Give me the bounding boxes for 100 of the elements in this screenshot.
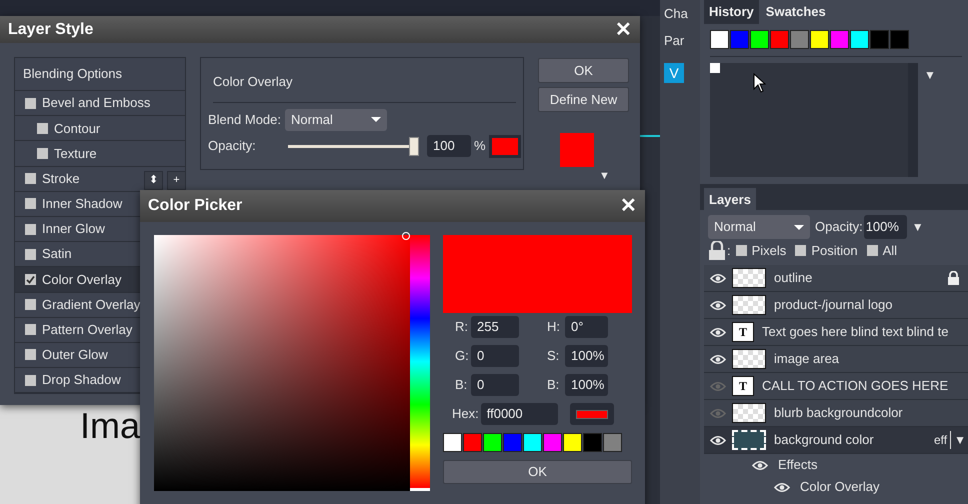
layer-thumbnail [732,268,766,288]
swatch[interactable] [710,30,729,49]
checkbox[interactable] [37,148,48,159]
swatch[interactable] [603,433,622,452]
menu-arrow[interactable]: ▼ [924,66,936,84]
checkbox[interactable] [25,299,36,310]
checkbox[interactable] [25,274,36,285]
swatch[interactable] [830,30,849,49]
swatch[interactable] [710,63,720,73]
value-field[interactable]: 100% [565,345,608,367]
color-swatch[interactable] [488,134,521,158]
checkbox[interactable] [25,374,36,386]
ok-button[interactable]: OK [443,460,632,484]
swatch[interactable] [790,30,809,49]
opacity-field[interactable]: 100 [427,135,471,157]
dialog-title: Layer Style [8,20,94,40]
option-item[interactable]: Bevel and Emboss [15,91,185,116]
checkbox[interactable] [25,248,36,260]
panel-tab[interactable]: Layers [704,188,756,212]
blend-mode-select[interactable]: Normal [708,215,810,239]
color-swatch[interactable] [570,403,614,425]
checkbox[interactable] [866,245,878,256]
hue-strip[interactable] [410,235,430,491]
field-label: B: [546,376,560,394]
side-tab[interactable]: Par [660,29,696,53]
dialog-button[interactable]: Define New [538,87,629,112]
swatch[interactable] [583,433,602,452]
value-field[interactable]: 0° [565,316,608,338]
swatch[interactable] [563,433,582,452]
section-title: Color Overlay [213,72,516,102]
layer-name: Text goes here blind text blind te [762,323,950,342]
swatch[interactable] [483,433,502,452]
side-tab[interactable]: Cha [660,2,696,26]
field-label: Opacity: [815,218,863,236]
layer-row[interactable]: blurb backgroundcolor [704,400,968,427]
layer-row[interactable]: product-/journal logo [704,292,968,319]
checkbox[interactable] [25,173,36,184]
swatch[interactable] [503,433,522,452]
menu-arrow[interactable]: ▼ [912,218,924,236]
value-field[interactable]: 255 [471,316,519,338]
value-field[interactable]: 100% [565,374,608,396]
layer-name: outline [774,269,814,288]
option-item[interactable]: Blending Options [15,58,185,91]
text-layer-icon: T [732,376,754,396]
swatch[interactable] [810,30,829,49]
checkbox[interactable] [25,198,36,210]
field-label: Opacity: [208,137,257,156]
stroke-button[interactable]: ⬍ [144,171,163,190]
value-field[interactable]: 0 [471,374,519,396]
swatch[interactable] [443,433,462,452]
field-label: B: [454,376,468,394]
option-item[interactable]: Texture [15,141,185,167]
cursor-icon [753,73,766,93]
checkbox[interactable] [25,324,36,336]
unit-label: % [474,137,486,156]
layer-thumbnail [732,349,766,369]
layer-name: CALL TO ACTION GOES HERE [762,377,950,396]
field-label: G: [454,347,470,366]
swatch[interactable] [730,30,749,49]
dialog-button[interactable]: OK [538,58,629,83]
checkbox-label: Position [811,242,858,260]
effect-label: Effects [778,456,818,474]
blend-mode-select[interactable]: Normal [285,108,387,130]
checkbox[interactable] [25,349,36,360]
layer-row[interactable]: image area [704,346,968,373]
layer-row[interactable]: T CALL TO ACTION GOES HERE [704,373,968,400]
canvas-text: Ima [80,408,140,444]
color-field[interactable] [154,235,410,491]
swatch[interactable] [523,433,542,452]
swatch[interactable] [463,433,482,452]
close-button[interactable]: ✕ [620,196,637,216]
value-field[interactable]: 0 [471,345,519,367]
field-label: Blend Mode: [208,110,281,129]
opacity-field[interactable]: 100% [864,215,907,239]
layer-name: background color [774,431,875,450]
option-item[interactable]: Contour [15,116,185,142]
checkbox[interactable] [25,224,36,235]
swatch[interactable] [850,30,869,49]
menu-arrow[interactable]: ▼ [599,168,610,184]
layer-name: image area [774,350,840,368]
slider-thumb[interactable] [409,136,420,156]
field-label: H: [546,318,561,336]
swatch[interactable] [870,30,889,49]
layer-row[interactable]: outline [704,265,968,292]
checkbox[interactable] [37,122,48,134]
stroke-button[interactable]: + [167,171,186,190]
swatch[interactable] [543,433,562,452]
checkbox[interactable] [25,98,36,109]
layer-name: product-/journal logo [774,296,894,314]
layer-row[interactable]: T Text goes here blind text blind te [704,319,968,346]
close-button[interactable]: ✕ [615,20,632,40]
scrollbar[interactable] [908,63,918,177]
checkbox[interactable] [795,245,806,256]
checkbox[interactable] [736,245,747,256]
swatch[interactable] [890,30,909,49]
swatch[interactable] [750,30,769,49]
hex-field[interactable]: ff0000 [480,403,558,425]
panel-tab[interactable]: History [704,0,759,24]
swatch[interactable] [770,30,789,49]
layer-row[interactable]: background color eff ▼ [704,427,968,454]
